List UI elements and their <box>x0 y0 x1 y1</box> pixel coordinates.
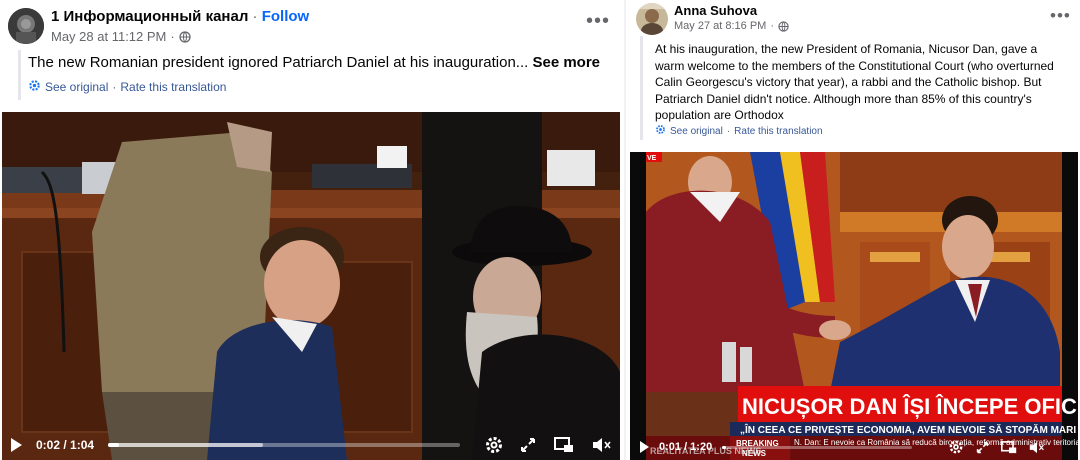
rate-translation-link[interactable]: Rate this translation <box>734 126 822 137</box>
see-more-link[interactable]: See more <box>532 54 600 71</box>
right-quote-bar <box>640 36 643 140</box>
left-meta: May 28 at 11:12 PM · <box>51 29 191 44</box>
left-post-text: The new Romanian president ignored Patri… <box>28 54 600 71</box>
mute-volume-icon[interactable] <box>592 437 612 453</box>
left-progress-bar <box>108 443 119 447</box>
right-more-options-icon[interactable]: ••• <box>1050 7 1071 24</box>
fullscreen-expand-icon[interactable] <box>976 441 989 454</box>
translate-gear-icon <box>28 79 41 95</box>
left-post: 1 Информационный канал · Follow May 28 a… <box>0 0 622 460</box>
left-video-seekbar[interactable] <box>108 443 461 447</box>
right-translation-bar: See original · Rate this translation <box>655 124 823 138</box>
right-timestamp[interactable]: May 27 at 8:16 PM <box>674 20 766 32</box>
settings-gear-icon[interactable] <box>948 439 964 455</box>
right-video-controls: 0:01 / 1:20 <box>630 436 1078 458</box>
left-timestamp[interactable]: May 28 at 11:12 PM <box>51 29 166 44</box>
left-buffered-bar <box>108 443 263 447</box>
left-video-controls: 0:02 / 1:04 <box>2 430 620 460</box>
follow-separator: · <box>248 8 262 25</box>
picture-in-picture-icon[interactable] <box>1001 440 1017 454</box>
right-progress-bar <box>722 445 726 449</box>
left-video-time: 0:02 / 1:04 <box>36 438 95 452</box>
left-video-frame <box>2 112 620 460</box>
right-author-name[interactable]: Anna Suhova <box>674 3 757 18</box>
settings-gear-icon[interactable] <box>484 435 504 455</box>
left-more-options-icon[interactable]: ••• <box>586 11 610 31</box>
right-avatar[interactable] <box>636 3 668 35</box>
post-divider <box>624 0 626 460</box>
left-quote-bar <box>18 50 21 100</box>
right-video-seekbar[interactable] <box>722 445 913 449</box>
left-author-line: 1 Информационный канал · Follow <box>51 8 309 25</box>
mute-volume-icon[interactable] <box>1029 441 1045 454</box>
left-translation-bar: See original · Rate this translation <box>28 79 226 95</box>
see-original-link[interactable]: See original <box>670 126 723 137</box>
fullscreen-expand-icon[interactable] <box>520 437 536 453</box>
picture-in-picture-icon[interactable] <box>554 437 574 453</box>
globe-icon <box>778 20 789 32</box>
right-post-text: At his inauguration, the new President o… <box>655 42 1054 122</box>
globe-icon <box>179 30 191 43</box>
rate-translation-link[interactable]: Rate this translation <box>120 80 226 94</box>
left-author-name[interactable]: 1 Информационный канал <box>51 8 248 25</box>
right-video-time: 0:01 / 1:20 <box>659 441 713 453</box>
play-icon[interactable] <box>11 438 22 452</box>
right-video-player[interactable]: VE NICUȘOR DAN ÎȘI ÎNCEPE OFICIAL „ÎN CE… <box>630 152 1078 460</box>
live-tag: VE <box>647 155 657 162</box>
left-text-content: The new Romanian president ignored Patri… <box>28 54 529 71</box>
right-video-frame: VE NICUȘOR DAN ÎȘI ÎNCEPE OFICIAL „ÎN CE… <box>630 152 1078 460</box>
translate-gear-icon <box>655 124 666 138</box>
news-subline: „ÎN CEEA CE PRIVEȘTE ECONOMIA, AVEM NEVO… <box>740 423 1076 436</box>
left-video-player[interactable]: 0:02 / 1:04 <box>2 112 620 460</box>
right-meta: May 27 at 8:16 PM · <box>674 20 789 32</box>
follow-button[interactable]: Follow <box>262 8 310 25</box>
play-icon[interactable] <box>640 441 649 453</box>
left-avatar[interactable] <box>8 8 44 44</box>
see-original-link[interactable]: See original <box>45 80 108 94</box>
right-post: Anna Suhova May 27 at 8:16 PM · ••• At h… <box>628 0 1080 460</box>
news-headline: NICUȘOR DAN ÎȘI ÎNCEPE OFICIAL <box>742 394 1078 419</box>
